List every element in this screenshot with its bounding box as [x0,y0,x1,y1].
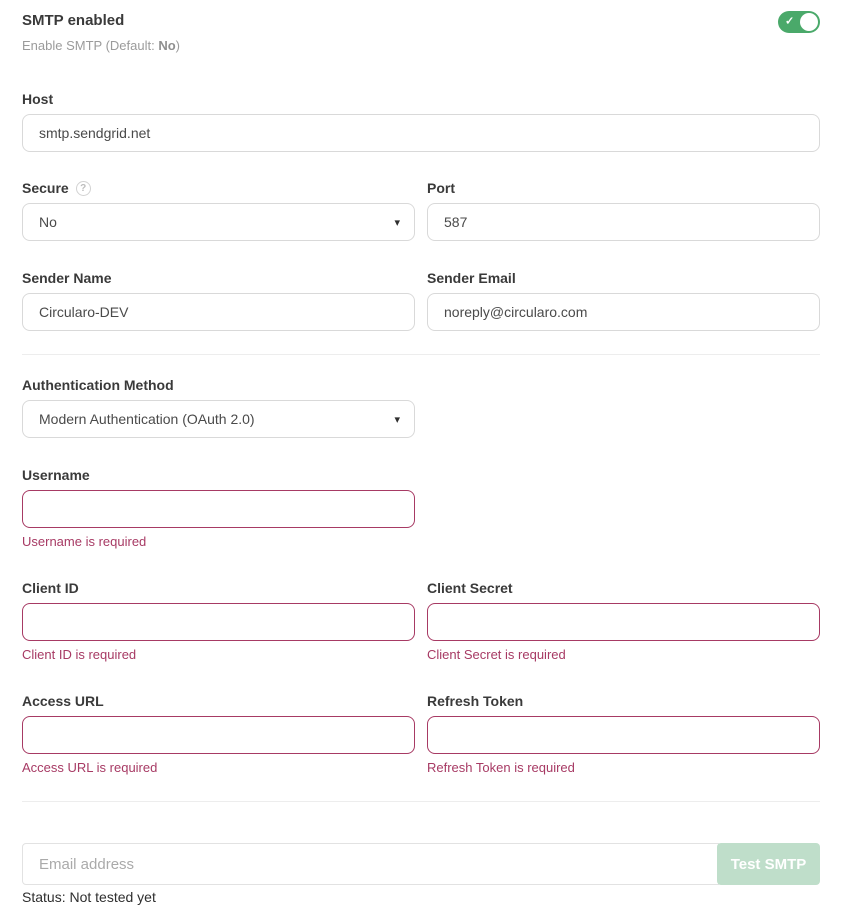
refresh-token-error: Refresh Token is required [427,760,820,775]
sender-email-field-group: Sender Email [427,270,820,331]
access-url-label: Access URL [22,693,415,709]
port-field-group: Port [427,180,820,241]
help-icon[interactable]: ? [76,181,91,196]
description-default-value: No [158,38,175,53]
section-divider [22,801,820,802]
chevron-down-icon: ▾ [394,413,400,426]
client-secret-field-group: Client Secret Client Secret is required [427,580,820,662]
sender-name-input[interactable] [22,293,415,331]
client-secret-input[interactable] [427,603,820,641]
secure-port-row: Secure ? No ▾ Port [22,180,820,241]
refresh-token-field-group: Refresh Token Refresh Token is required [427,693,820,775]
smtp-enabled-description: Enable SMTP (Default: No) [22,38,180,53]
username-error: Username is required [22,534,415,549]
auth-method-label: Authentication Method [22,377,820,393]
sender-name-field-group: Sender Name [22,270,415,331]
sender-name-label: Sender Name [22,270,415,286]
username-input-wrap: Username is required [22,490,415,549]
test-smtp-row: Test SMTP [22,843,820,885]
sender-email-input[interactable] [427,293,820,331]
auth-method-select-wrap: Modern Authentication (OAuth 2.0) ▾ [22,400,415,438]
refresh-token-input[interactable] [427,716,820,754]
client-secret-label: Client Secret [427,580,820,596]
client-id-error: Client ID is required [22,647,415,662]
test-email-input[interactable] [22,843,719,885]
description-suffix: ) [176,38,180,53]
port-input[interactable] [427,203,820,241]
username-label: Username [22,467,820,483]
smtp-settings-panel: SMTP enabled Enable SMTP (Default: No) ✓… [0,0,844,905]
port-label: Port [427,180,820,196]
auth-method-selected-value: Modern Authentication (OAuth 2.0) [39,411,255,427]
access-url-input[interactable] [22,716,415,754]
username-field-group: Username Username is required [22,467,820,549]
access-url-error: Access URL is required [22,760,415,775]
smtp-enabled-toggle[interactable]: ✓ [778,11,820,33]
host-field-group: Host [22,91,820,152]
secure-select[interactable]: No ▾ [22,203,415,241]
access-url-field-group: Access URL Access URL is required [22,693,415,775]
sender-email-label: Sender Email [427,270,820,286]
section-divider [22,354,820,355]
description-prefix: Enable SMTP (Default: [22,38,158,53]
username-input[interactable] [22,490,415,528]
smtp-enabled-texts: SMTP enabled Enable SMTP (Default: No) [22,10,180,53]
client-row: Client ID Client ID is required Client S… [22,580,820,662]
host-label: Host [22,91,820,107]
toggle-knob [800,13,818,31]
secure-label: Secure ? [22,180,415,196]
smtp-enabled-title: SMTP enabled [22,10,180,29]
chevron-down-icon: ▾ [394,216,400,229]
test-smtp-button[interactable]: Test SMTP [717,843,820,885]
auth-method-select[interactable]: Modern Authentication (OAuth 2.0) ▾ [22,400,415,438]
test-status: Status: Not tested yet [22,889,820,905]
refresh-token-label: Refresh Token [427,693,820,709]
sender-row: Sender Name Sender Email [22,270,820,331]
client-id-label: Client ID [22,580,415,596]
secure-label-text: Secure [22,180,69,196]
token-row: Access URL Access URL is required Refres… [22,693,820,775]
check-icon: ✓ [785,17,794,28]
secure-selected-value: No [39,214,57,230]
client-secret-error: Client Secret is required [427,647,820,662]
secure-field-group: Secure ? No ▾ [22,180,415,241]
auth-method-field-group: Authentication Method Modern Authenticat… [22,377,820,438]
client-id-input[interactable] [22,603,415,641]
client-id-field-group: Client ID Client ID is required [22,580,415,662]
host-input[interactable] [22,114,820,152]
smtp-enabled-header: SMTP enabled Enable SMTP (Default: No) ✓ [22,10,820,53]
